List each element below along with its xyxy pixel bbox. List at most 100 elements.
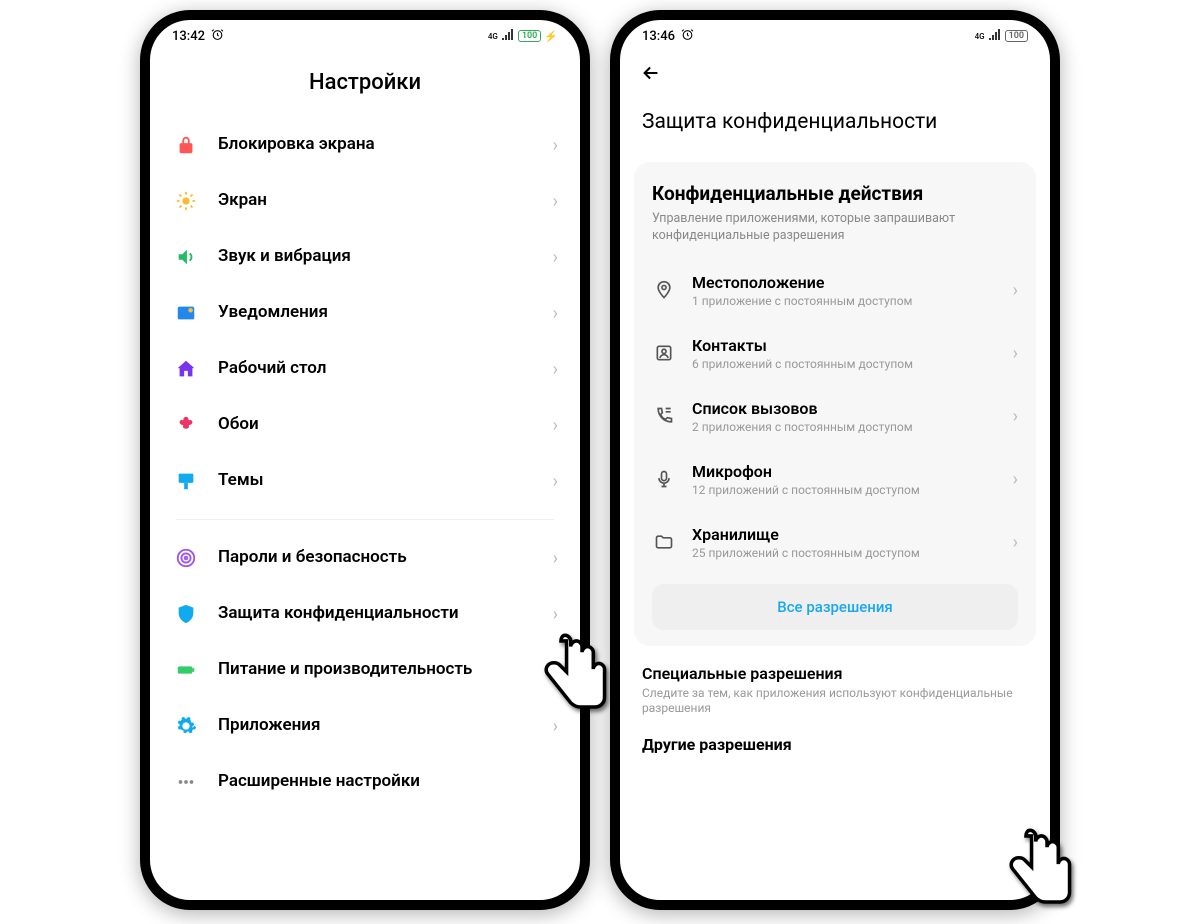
notifications-icon: [172, 301, 200, 325]
location-icon: [652, 278, 676, 302]
chevron-right-icon: ›: [553, 415, 558, 436]
all-permissions-button[interactable]: Все разрешения: [652, 584, 1018, 630]
row-label: Защита конфиденциальности: [218, 603, 553, 624]
row-sound[interactable]: Звук и вибрация ›: [158, 229, 572, 285]
flower-icon: [172, 413, 200, 437]
perm-sub: 2 приложения с постоянным доступом: [692, 420, 1013, 434]
row-passwords[interactable]: Пароли и безопасность ›: [158, 530, 572, 586]
row-label: Рабочий стол: [218, 358, 553, 379]
alarm-icon: [211, 28, 224, 45]
phone-log-icon: [652, 404, 676, 428]
speaker-icon: [172, 245, 200, 269]
sun-icon: [172, 189, 200, 213]
status-bar: 13:42 4G 100 ⚡: [150, 20, 580, 52]
perm-label: Микрофон: [692, 462, 1013, 481]
row-home[interactable]: Рабочий стол ›: [158, 341, 572, 397]
perm-label: Контакты: [692, 336, 1013, 355]
signal-icon: [501, 29, 515, 43]
card-title: Конфиденциальные действия: [652, 182, 1018, 205]
row-advanced[interactable]: Расширенные настройки: [158, 754, 572, 794]
perm-label: Местоположение: [692, 273, 1013, 292]
row-display[interactable]: Экран ›: [158, 173, 572, 229]
lock-icon: [172, 133, 200, 157]
chevron-right-icon: ›: [553, 471, 558, 492]
row-apps[interactable]: Приложения ›: [158, 698, 572, 754]
chevron-right-icon: ›: [553, 716, 558, 737]
special-title: Специальные разрешения: [642, 664, 1028, 683]
signal-icon: [988, 29, 1002, 43]
network-label: 4G: [975, 32, 985, 41]
folder-icon: [652, 530, 676, 554]
row-label: Уведомления: [218, 302, 553, 323]
screen-right: 13:46 4G 100 Защита конфиденциальности К…: [620, 20, 1050, 900]
perm-sub: 1 приложение с постоянным доступом: [692, 294, 1013, 308]
brush-icon: [172, 469, 200, 493]
alarm-icon: [681, 28, 694, 45]
chevron-right-icon: ›: [553, 247, 558, 268]
chevron-right-icon: ›: [553, 660, 558, 681]
chevron-right-icon: ›: [553, 303, 558, 324]
perm-label: Хранилище: [692, 525, 1013, 544]
screen-left: 13:42 4G 100 ⚡ Настройки Блокировка: [150, 20, 580, 900]
shield-icon: [172, 602, 200, 626]
perm-location[interactable]: Местоположение 1 приложение с постоянным…: [652, 259, 1018, 322]
row-themes[interactable]: Темы ›: [158, 453, 572, 509]
battery-icon: [172, 658, 200, 682]
row-battery[interactable]: Питание и производительность ›: [158, 642, 572, 698]
battery-indicator: 100: [1005, 30, 1028, 42]
chevron-right-icon: ›: [1013, 343, 1018, 364]
row-label: Блокировка экрана: [218, 134, 553, 155]
row-privacy[interactable]: Защита конфиденциальности ›: [158, 586, 572, 642]
back-button[interactable]: [640, 62, 662, 90]
special-permissions-row[interactable]: Специальные разрешения Следите за тем, к…: [620, 664, 1050, 717]
perm-contacts[interactable]: Контакты 6 приложений с постоянным досту…: [652, 322, 1018, 385]
status-time: 13:42: [172, 29, 205, 44]
settings-list: Блокировка экрана › Экран › Звук и вибра…: [150, 117, 580, 900]
perm-sub: 25 приложений с постоянным доступом: [692, 546, 1013, 560]
home-icon: [172, 357, 200, 381]
battery-indicator: 100: [518, 30, 541, 42]
row-label: Пароли и безопасность: [218, 547, 553, 568]
phone-right: 13:46 4G 100 Защита конфиденциальности К…: [610, 10, 1060, 910]
row-label: Темы: [218, 470, 553, 491]
privacy-card: Конфиденциальные действия Управление при…: [634, 162, 1036, 646]
network-label: 4G: [488, 32, 498, 41]
row-label: Расширенные настройки: [218, 771, 558, 792]
phone-left: 13:42 4G 100 ⚡ Настройки Блокировка: [140, 10, 590, 910]
page-title: Настройки: [150, 52, 580, 117]
perm-storage[interactable]: Хранилище 25 приложений с постоянным дос…: [652, 511, 1018, 574]
row-label: Питание и производительность: [218, 659, 553, 680]
chevron-right-icon: ›: [553, 548, 558, 569]
dots-icon: [172, 770, 200, 794]
status-time: 13:46: [642, 29, 675, 44]
chevron-right-icon: ›: [1013, 406, 1018, 427]
row-lock-screen[interactable]: Блокировка экрана ›: [158, 117, 572, 173]
chevron-right-icon: ›: [553, 604, 558, 625]
row-label: Приложения: [218, 715, 553, 736]
charging-icon: ⚡: [544, 30, 558, 43]
perm-calllog[interactable]: Список вызовов 2 приложения с постоянным…: [652, 385, 1018, 448]
page-title: Защита конфиденциальности: [620, 90, 1050, 162]
status-bar: 13:46 4G 100: [620, 20, 1050, 52]
row-wallpaper[interactable]: Обои ›: [158, 397, 572, 453]
row-label: Звук и вибрация: [218, 246, 553, 267]
card-subtitle: Управление приложениями, которые запраши…: [652, 211, 1018, 245]
chevron-right-icon: ›: [1013, 532, 1018, 553]
perm-sub: 6 приложений с постоянным доступом: [692, 357, 1013, 371]
fingerprint-icon: [172, 546, 200, 570]
row-label: Обои: [218, 414, 553, 435]
chevron-right-icon: ›: [553, 359, 558, 380]
chevron-right-icon: ›: [553, 191, 558, 212]
gear-icon: [172, 714, 200, 738]
microphone-icon: [652, 467, 676, 491]
contacts-icon: [652, 341, 676, 365]
chevron-right-icon: ›: [1013, 280, 1018, 301]
chevron-right-icon: ›: [553, 135, 558, 156]
divider: [176, 519, 554, 520]
perm-label: Список вызовов: [692, 399, 1013, 418]
chevron-right-icon: ›: [1013, 469, 1018, 490]
row-label: Экран: [218, 190, 553, 211]
perm-microphone[interactable]: Микрофон 12 приложений с постоянным дост…: [652, 448, 1018, 511]
special-sub: Следите за тем, как приложения использую…: [642, 686, 1028, 717]
row-notifications[interactable]: Уведомления ›: [158, 285, 572, 341]
